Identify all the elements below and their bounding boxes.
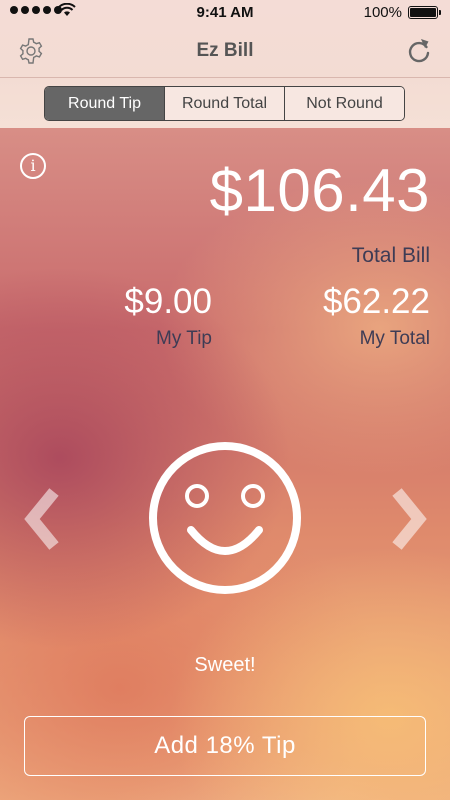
- chevron-left-icon[interactable]: [24, 488, 66, 550]
- status-bar: 9:41 AM 100%: [0, 0, 450, 26]
- battery-percent: 100%: [363, 4, 402, 21]
- my-total-label: My Total: [359, 328, 430, 349]
- refresh-icon[interactable]: [404, 36, 434, 66]
- navigation-bar: Ez Bill: [0, 26, 450, 78]
- segment-not-round[interactable]: Not Round: [285, 87, 404, 120]
- segment-round-total[interactable]: Round Total: [165, 87, 285, 120]
- my-total-amount: $62.22: [322, 282, 430, 321]
- chevron-right-icon[interactable]: [385, 488, 427, 550]
- page-title: Ez Bill: [196, 40, 254, 61]
- smiley-face-icon: [149, 442, 301, 594]
- app-screen: 9:41 AM 100% Ez Bill Round Tip Round Tot…: [0, 0, 450, 800]
- my-tip-label: My Tip: [156, 328, 212, 349]
- tip-mood-label: Sweet!: [194, 654, 256, 676]
- my-tip-amount: $9.00: [124, 282, 212, 321]
- rounding-mode-selector: Round Tip Round Total Not Round: [44, 86, 405, 121]
- info-icon[interactable]: i: [20, 153, 46, 179]
- battery-icon: [408, 6, 441, 19]
- total-bill-label: Total Bill: [351, 244, 430, 267]
- add-tip-button[interactable]: Add 18% Tip: [24, 716, 426, 776]
- segment-round-tip[interactable]: Round Tip: [45, 87, 165, 120]
- total-bill-amount: $106.43: [209, 157, 430, 224]
